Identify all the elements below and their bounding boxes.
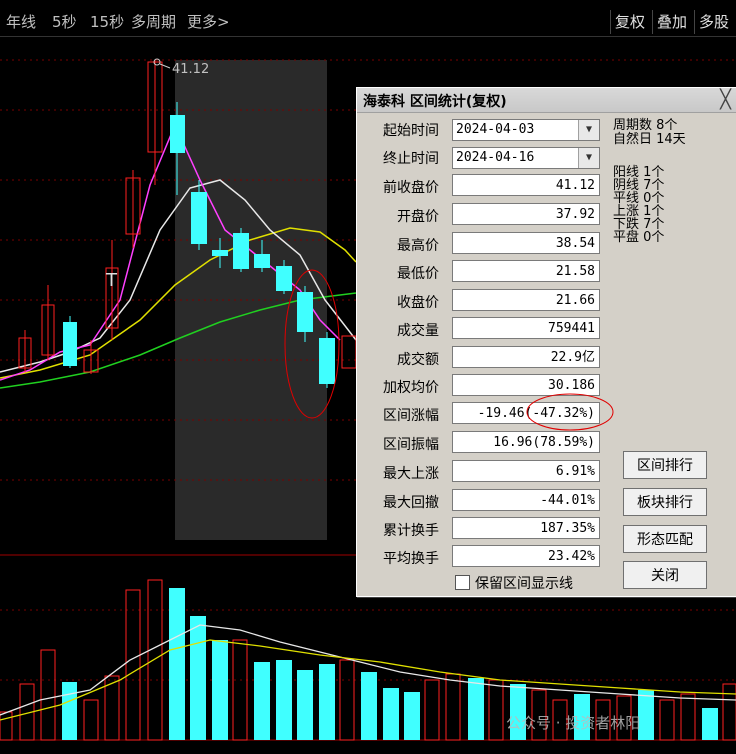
stat-value: 23.42%: [452, 545, 600, 567]
stat-label: 累计换手: [383, 523, 439, 539]
stat-value: 759441: [452, 317, 600, 339]
keep-interval-label: 保留区间显示线: [475, 576, 573, 592]
volume-bar: [361, 672, 377, 740]
volume-bar: [339, 659, 355, 741]
volume-bar: [40, 649, 56, 741]
stat-label: 前收盘价: [383, 180, 439, 196]
volume-bar: [424, 679, 440, 741]
multi-stock-button[interactable]: 多股: [694, 10, 733, 34]
natural-days: 自然日 14天: [613, 132, 686, 147]
candle: [147, 60, 163, 185]
pattern-match-button[interactable]: 形态匹配: [623, 525, 707, 553]
volume-bar: [254, 662, 270, 740]
period-year[interactable]: 年线: [6, 12, 36, 32]
stat-value: 41.12: [452, 174, 600, 196]
end-time-label: 终止时间: [383, 151, 439, 167]
candle: [63, 316, 77, 368]
stat-label: 加权均价: [383, 380, 439, 396]
end-time-select[interactable]: 2024-04-16 ▼: [452, 147, 600, 169]
stat-value: 22.9亿: [452, 346, 600, 368]
close-button[interactable]: 关闭: [623, 561, 707, 589]
volume-bar: [0, 711, 13, 741]
volume-bar: [468, 678, 484, 740]
adjust-button[interactable]: 复权: [610, 10, 649, 34]
stat-label: 最大回撤: [383, 495, 439, 511]
volume-bar: [83, 699, 99, 741]
volume-bar: [125, 589, 141, 741]
period-toolbar: 年线 5秒 15秒 多周期 更多> 复权 叠加 多股: [0, 8, 736, 37]
candle: [341, 335, 357, 369]
volume-bar: [212, 640, 228, 740]
overlay-button[interactable]: 叠加: [652, 10, 691, 34]
stat-value: -44.01%: [452, 489, 600, 511]
multi-period-button[interactable]: 多周期: [131, 12, 176, 32]
chevron-down-icon[interactable]: ▼: [578, 120, 599, 140]
dialog-titlebar: 海泰科 区间统计(复权) ╳: [357, 88, 736, 113]
volume-bar: [488, 679, 504, 741]
candle: [125, 170, 141, 248]
volume-bar: [147, 579, 163, 741]
volume-bar: [297, 670, 313, 740]
watermark: 公众号 · 投资者林阳: [506, 714, 641, 732]
volume-bar: [276, 660, 292, 740]
more-button[interactable]: 更多>: [187, 12, 230, 32]
period-count: 周期数 8个: [613, 118, 678, 133]
period-5s[interactable]: 5秒: [52, 12, 77, 32]
stat-label: 成交额: [397, 352, 439, 368]
volume-bar: [383, 688, 399, 740]
keep-interval-checkbox[interactable]: [455, 575, 470, 590]
flat-count: 平盘 0个: [613, 230, 665, 245]
stat-label: 成交量: [397, 323, 439, 339]
stat-value: 6.91%: [452, 460, 600, 482]
interval-rank-button[interactable]: 区间排行: [623, 451, 707, 479]
end-time-value: 2024-04-16: [456, 150, 535, 165]
stat-label: 最低价: [397, 266, 439, 282]
high-price-label: 41.12: [172, 62, 209, 77]
stat-label: 最大上涨: [383, 466, 439, 482]
candle: [41, 285, 55, 360]
stat-label: 最高价: [397, 238, 439, 254]
interval-stats-dialog: 海泰科 区间统计(复权) ╳ 起始时间 2024-04-03 ▼ 终止时间 20…: [356, 87, 736, 597]
stat-value: 21.66: [452, 289, 600, 311]
volume-bar: [404, 692, 420, 740]
stat-value: 21.58: [452, 260, 600, 282]
stat-value: 16.96(78.59%): [452, 431, 600, 453]
volume-bar: [702, 708, 718, 740]
volume-bar: [445, 673, 461, 741]
volume-bar: [659, 699, 675, 741]
stat-label: 开盘价: [397, 209, 439, 225]
volume-bar: [638, 690, 654, 740]
volume-bar: [680, 693, 696, 741]
start-time-select[interactable]: 2024-04-03 ▼: [452, 119, 600, 141]
top-strip: [0, 0, 736, 8]
volume-bar: [169, 588, 185, 740]
start-time-value: 2024-04-03: [456, 122, 535, 137]
period-15s[interactable]: 15秒: [90, 12, 124, 32]
stat-label: 收盘价: [397, 295, 439, 311]
t-marker: T: [105, 270, 118, 291]
volume-bar: [190, 616, 206, 740]
stat-value: 187.35%: [452, 517, 600, 539]
volume-bar: [232, 639, 248, 741]
candle: [18, 330, 32, 372]
stat-label: 平均换手: [383, 551, 439, 567]
stat-label: 区间振幅: [383, 437, 439, 453]
dialog-title: 海泰科 区间统计(复权): [363, 94, 507, 110]
close-icon[interactable]: ╳: [720, 89, 731, 110]
volume-bar: [62, 682, 77, 740]
annotation-ellipse-pct: [526, 393, 614, 431]
volume-bar: [722, 683, 736, 741]
volume-bar: [319, 664, 335, 740]
candle: [319, 332, 335, 388]
start-time-label: 起始时间: [383, 123, 439, 139]
sector-rank-button[interactable]: 板块排行: [623, 488, 707, 516]
stat-label: 区间涨幅: [383, 408, 439, 424]
candle: [233, 228, 249, 272]
stat-value: 37.92: [452, 203, 600, 225]
chevron-down-icon[interactable]: ▼: [578, 148, 599, 168]
stat-value: 38.54: [452, 232, 600, 254]
